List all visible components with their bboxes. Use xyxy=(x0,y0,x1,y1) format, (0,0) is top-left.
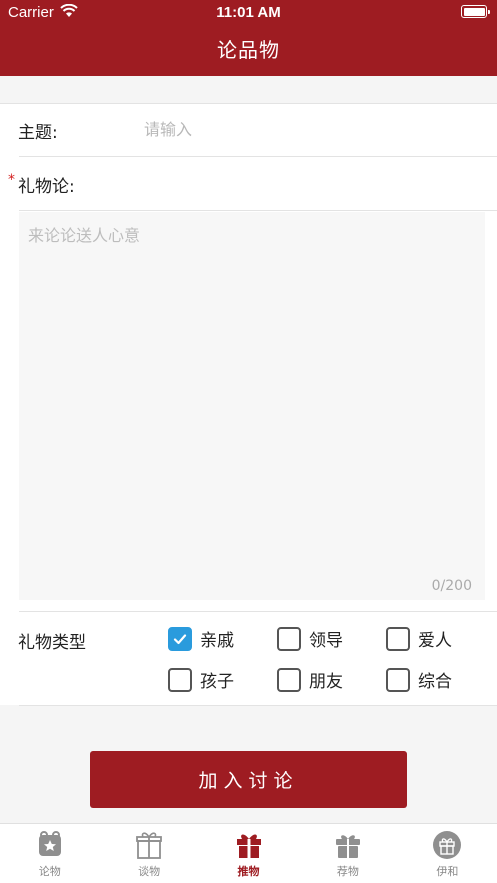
gift-type-option-label: 亲戚 xyxy=(200,631,234,651)
divider xyxy=(19,156,497,157)
status-bar: Carrier 11:01 AM xyxy=(0,0,497,26)
gift-type-option[interactable]: 孩子 xyxy=(168,667,234,692)
gift-type-option-label: 爱人 xyxy=(418,631,452,651)
checkbox-icon[interactable] xyxy=(277,626,301,651)
checkbox-checked-icon[interactable] xyxy=(168,626,192,651)
tab-jianwu[interactable]: 荐物 xyxy=(298,824,397,883)
star-badge-icon xyxy=(38,831,61,856)
gift-type-option-label: 综合 xyxy=(418,672,452,692)
page-title: 论品物 xyxy=(217,38,280,62)
gift-type-option-label: 领导 xyxy=(309,631,343,651)
tab-label: 荐物 xyxy=(336,865,359,878)
divider xyxy=(19,210,497,211)
join-discussion-button[interactable]: 加入讨论 xyxy=(90,751,407,808)
subject-label: 主题: xyxy=(18,123,58,143)
battery-icon xyxy=(461,5,490,18)
divider xyxy=(19,611,497,612)
tab-lunwu[interactable]: 论物 xyxy=(0,824,99,883)
checkbox-icon[interactable] xyxy=(168,667,192,692)
gift-type-label: 礼物类型 xyxy=(18,633,86,653)
tab-yihe[interactable]: 伊和 xyxy=(398,824,497,883)
char-counter: 0/200 xyxy=(431,578,472,594)
tab-tuiwu[interactable]: 推物 xyxy=(199,824,298,883)
gift-discussion-textarea[interactable] xyxy=(19,212,485,600)
tab-label: 推物 xyxy=(237,865,260,878)
clock: 11:01 AM xyxy=(216,4,281,21)
gift-circle-icon xyxy=(433,831,462,859)
required-mark: * xyxy=(8,172,15,188)
gift-icon xyxy=(236,834,261,858)
gift-discussion-label: 礼物论: xyxy=(18,177,75,197)
divider xyxy=(0,103,497,104)
gift-discussion-box: 0/200 xyxy=(19,212,485,600)
gift-box-outline-icon xyxy=(136,832,163,859)
present-icon xyxy=(335,835,360,858)
gift-type-option-label: 孩子 xyxy=(200,672,234,692)
gift-type-option[interactable]: 亲戚 xyxy=(168,626,234,651)
checkbox-icon[interactable] xyxy=(386,626,410,651)
gift-type-option[interactable]: 综合 xyxy=(386,667,452,692)
nav-header: Carrier 11:01 AM 论品物 xyxy=(0,0,497,76)
checkbox-icon[interactable] xyxy=(277,667,301,692)
tab-label: 伊和 xyxy=(436,865,459,878)
tab-label: 论物 xyxy=(38,865,61,878)
tab-bar: 论物 谈物 推物 荐物 伊和 xyxy=(0,823,497,883)
subject-input[interactable] xyxy=(144,116,474,142)
gift-type-option[interactable]: 朋友 xyxy=(277,667,343,692)
gift-type-option[interactable]: 爱人 xyxy=(386,626,452,651)
divider xyxy=(19,705,497,706)
tab-label: 谈物 xyxy=(138,865,161,878)
checkbox-icon[interactable] xyxy=(386,667,410,692)
gift-type-option[interactable]: 领导 xyxy=(277,626,343,651)
gift-type-option-label: 朋友 xyxy=(309,672,343,692)
tab-tanwu[interactable]: 谈物 xyxy=(99,824,198,883)
